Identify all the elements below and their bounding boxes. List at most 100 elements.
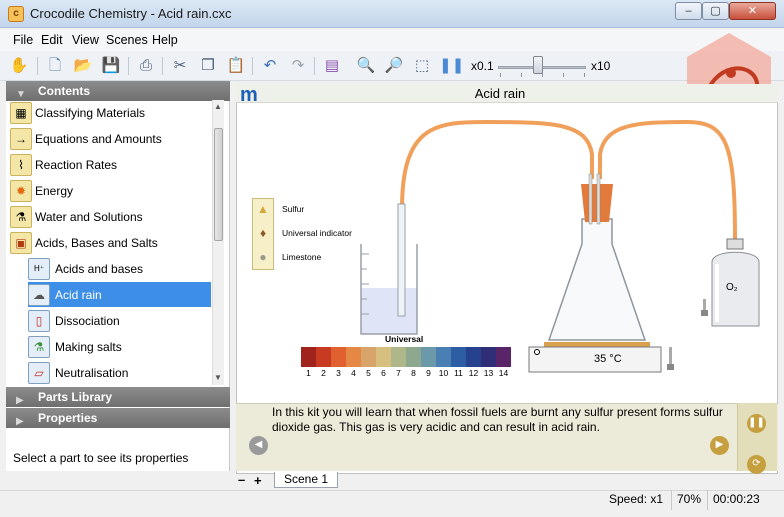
- pause-icon[interactable]: ❚❚: [439, 55, 464, 77]
- flasks-icon: ⚗: [28, 336, 50, 358]
- properties-header[interactable]: ▶ Properties: [6, 408, 230, 428]
- slider-tick: [500, 73, 501, 77]
- tube-icon: ▱: [28, 362, 50, 384]
- pause-animation-icon[interactable]: ❚❚: [747, 414, 766, 433]
- ph-scale-number: 4: [351, 368, 356, 378]
- ph-swatch: [481, 347, 496, 367]
- save-icon[interactable]: 💾: [100, 55, 122, 77]
- ph-swatch: [376, 347, 391, 367]
- ph-swatch: [316, 347, 331, 367]
- flask-icon: ⚗: [10, 206, 32, 228]
- add-scene-button[interactable]: +: [254, 473, 262, 488]
- status-speed: Speed: x1: [609, 492, 664, 506]
- ph-swatch: [391, 347, 406, 367]
- ph-swatch: [301, 347, 316, 367]
- hand-icon[interactable]: ✋: [8, 55, 30, 77]
- scroll-thumb[interactable]: [214, 128, 223, 241]
- ph-scale-number: 2: [321, 368, 326, 378]
- subtopic-neutralisation[interactable]: ▱ Neutralisation: [6, 360, 216, 386]
- conical-flask[interactable]: [547, 173, 647, 341]
- test-tubes-icon: ▯: [28, 310, 50, 332]
- topic-energy[interactable]: ✹ Energy: [6, 178, 216, 204]
- ph-swatch: [436, 347, 451, 367]
- print-icon[interactable]: ⎙: [135, 55, 157, 77]
- temperature-readout: 35 °C: [594, 353, 622, 365]
- gas-label: O₂: [726, 282, 738, 293]
- topic-water-and-solutions[interactable]: ⚗ Water and Solutions: [6, 204, 216, 230]
- menu-scenes[interactable]: Scenes: [106, 33, 148, 47]
- topic-equations-and-amounts[interactable]: → Equations and Amounts: [6, 126, 216, 152]
- tab-scene-1[interactable]: Scene 1: [274, 472, 338, 488]
- menu-view[interactable]: View: [72, 33, 99, 47]
- undo-icon[interactable]: ↶: [259, 55, 281, 77]
- status-divider: [671, 490, 672, 510]
- zoom-area-icon[interactable]: ⬚: [411, 55, 433, 77]
- ph-scale-number: 12: [468, 368, 479, 378]
- reset-icon[interactable]: ⟳: [747, 455, 766, 474]
- status-zoom: 70%: [677, 492, 702, 506]
- subtopic-acids-and-bases[interactable]: H⁺ Acids and bases: [6, 256, 216, 282]
- minimize-button[interactable]: –: [675, 2, 702, 20]
- window-title: Crocodile Chemistry - Acid rain.cxc: [30, 6, 232, 21]
- info-text: In this kit you will learn that when fos…: [272, 405, 723, 434]
- acids-bases-icon: H⁺: [28, 258, 50, 280]
- copy-icon[interactable]: ❐: [197, 55, 219, 77]
- indicator-bottle-icon[interactable]: ♦: [253, 222, 273, 244]
- paste-icon[interactable]: 📋: [225, 55, 247, 77]
- beaker[interactable]: [360, 244, 418, 335]
- next-page-icon[interactable]: ▶: [710, 436, 729, 455]
- ph-scale-number: 6: [381, 368, 386, 378]
- cut-icon[interactable]: ✂: [169, 55, 191, 77]
- ph-scale-number: 5: [366, 368, 371, 378]
- topic-classifying-materials[interactable]: ▦ Classifying Materials: [6, 100, 216, 126]
- speed-slider-thumb[interactable]: [532, 56, 543, 74]
- toolbar-separator: [162, 57, 163, 75]
- ph-scale-number: 14: [498, 368, 509, 378]
- maximize-button[interactable]: ▢: [702, 2, 729, 20]
- close-button[interactable]: ✕: [729, 2, 776, 20]
- toolbar-separator: [37, 57, 38, 75]
- delivery-tube-left: [400, 119, 594, 210]
- new-file-icon[interactable]: 🗋: [44, 55, 66, 77]
- ph-scale-number: 7: [396, 368, 401, 378]
- ph-scale-number: 8: [411, 368, 416, 378]
- ph-color-scale: [301, 347, 511, 367]
- subtopic-making-salts[interactable]: ⚗ Making salts: [6, 334, 216, 360]
- universal-indicator-label: Universal indicator: [282, 228, 352, 238]
- ph-scale-number: 10: [438, 368, 449, 378]
- scroll-up-icon[interactable]: ▲: [212, 100, 224, 114]
- remove-scene-button[interactable]: –: [238, 472, 245, 487]
- energy-icon: ✹: [10, 180, 32, 202]
- slider-tick: [584, 73, 585, 77]
- sulfur-icon[interactable]: ▲: [253, 198, 273, 220]
- scroll-down-icon[interactable]: ▼: [212, 371, 224, 385]
- properties-hint: Select a part to see its properties: [13, 451, 189, 465]
- subtopic-dissociation[interactable]: ▯ Dissociation: [6, 308, 216, 334]
- subtopic-acid-rain[interactable]: ☁ Acid rain: [28, 282, 211, 307]
- speed-min-label: x0.1: [471, 59, 494, 73]
- slider-tick: [521, 73, 522, 77]
- zoom-in-icon[interactable]: 🔍: [355, 55, 377, 77]
- zoom-out-icon[interactable]: 🔎: [383, 55, 405, 77]
- ph-scale-number: 9: [426, 368, 431, 378]
- open-folder-icon[interactable]: 📂: [72, 55, 94, 77]
- previous-page-icon[interactable]: ◀: [249, 436, 268, 455]
- menu-help[interactable]: Help: [152, 33, 178, 47]
- limestone-icon[interactable]: ●: [253, 246, 273, 268]
- parts-library-header[interactable]: ▶ Parts Library: [6, 387, 230, 407]
- rain-cloud-icon: ☁: [28, 284, 50, 306]
- equations-icon: →: [10, 128, 32, 150]
- measure-icon[interactable]: ▤: [321, 55, 343, 77]
- topic-reaction-rates[interactable]: ⌇ Reaction Rates: [6, 152, 216, 178]
- menu-file[interactable]: File: [13, 33, 33, 47]
- contents-header[interactable]: ▼ Contents: [6, 81, 230, 101]
- sulfur-label: Sulfur: [282, 204, 305, 214]
- toolbar-separator: [252, 57, 253, 75]
- chevron-right-icon: ▶: [16, 416, 24, 427]
- ph-scale-number: 3: [336, 368, 341, 378]
- redo-icon[interactable]: ↷: [287, 55, 309, 77]
- ph-swatch: [421, 347, 436, 367]
- menu-edit[interactable]: Edit: [41, 33, 63, 47]
- topic-acids-bases-and-salts[interactable]: ▣ Acids, Bases and Salts: [6, 230, 216, 256]
- ph-swatch: [331, 347, 346, 367]
